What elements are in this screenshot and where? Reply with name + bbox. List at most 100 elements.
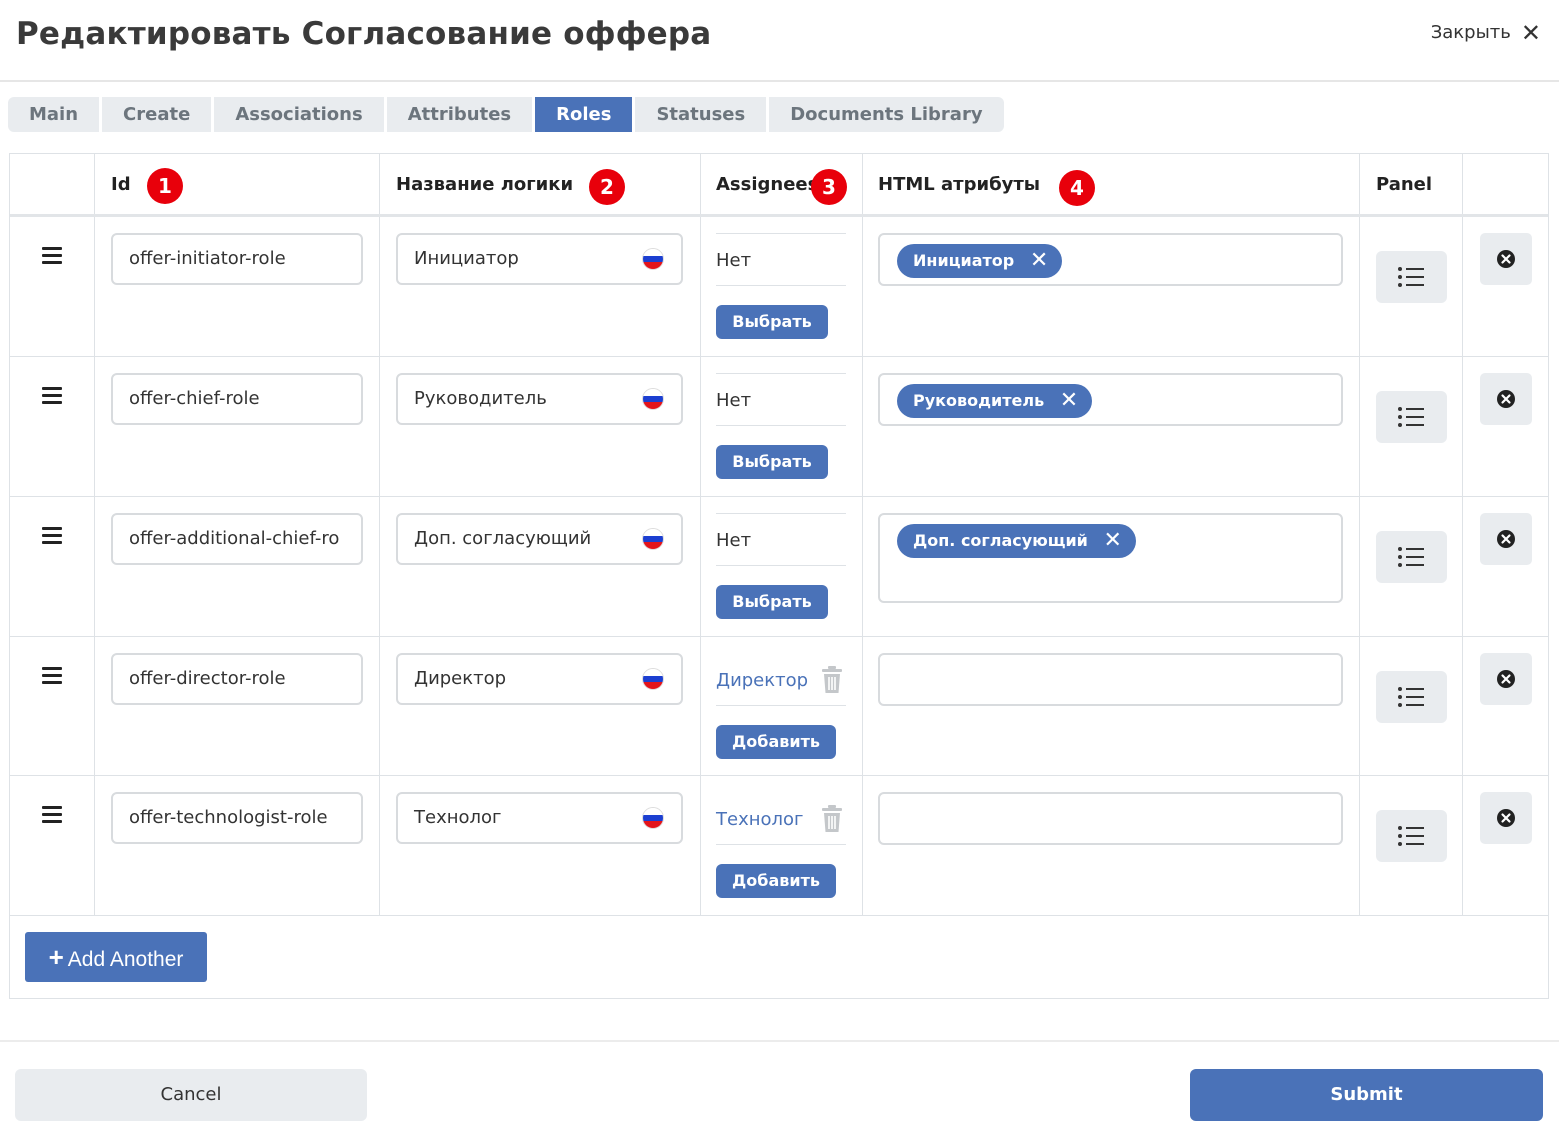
html-attributes-input[interactable]: Инициатор ✕	[878, 233, 1343, 286]
panel-button[interactable]	[1376, 391, 1447, 443]
add-assignee-button[interactable]: Добавить	[716, 864, 836, 898]
drag-handle-icon[interactable]	[42, 806, 62, 824]
tab-statuses[interactable]: Statuses	[635, 97, 767, 132]
submit-button[interactable]: Submit	[1190, 1069, 1543, 1121]
attribute-tag-label: Руководитель	[913, 391, 1045, 410]
close-circle-icon	[1497, 670, 1515, 688]
remove-row-button[interactable]	[1480, 513, 1532, 565]
close-circle-icon	[1497, 530, 1515, 548]
close-icon[interactable]: ✕	[1030, 244, 1048, 278]
russia-flag-icon[interactable]	[642, 388, 664, 410]
logic-name-input[interactable]: Руководитель	[396, 373, 683, 425]
logic-name-input[interactable]: Технолог	[396, 792, 683, 844]
tab-attributes[interactable]: Attributes	[386, 97, 533, 132]
callout-badge-4: 4	[1059, 170, 1095, 206]
html-attributes-input[interactable]	[878, 653, 1343, 706]
assignee-link[interactable]: Технолог	[716, 809, 803, 830]
tab-create[interactable]: Create	[102, 97, 212, 132]
column-header-panel: Panel	[1376, 174, 1433, 195]
id-input[interactable]: offer-technologist-role	[111, 792, 363, 844]
html-attributes-input[interactable]	[878, 792, 1343, 845]
list-icon	[1398, 547, 1424, 567]
assignee-divider	[716, 844, 846, 845]
assignee-value: Нет	[716, 390, 752, 411]
close-icon: ✕	[1520, 18, 1541, 47]
trash-icon[interactable]	[821, 666, 843, 694]
id-input[interactable]: offer-chief-role	[111, 373, 363, 425]
russia-flag-icon[interactable]	[642, 248, 664, 270]
attribute-tag: Доп. согласующий ✕	[897, 524, 1136, 558]
logic-name-value: Технолог	[414, 807, 502, 828]
logic-name-input[interactable]: Директор	[396, 653, 683, 705]
assignee-divider	[716, 233, 846, 234]
select-assignee-button[interactable]: Выбрать	[716, 585, 828, 619]
row-divider	[10, 915, 1548, 916]
russia-flag-icon[interactable]	[642, 668, 664, 690]
callout-badge-2: 2	[589, 169, 625, 205]
logic-name-value: Доп. согласующий	[414, 528, 592, 549]
assignee-divider	[716, 565, 846, 566]
drag-handle-icon[interactable]	[42, 667, 62, 685]
assignee-link[interactable]: Директор	[716, 670, 808, 691]
assignee-value: Нет	[716, 250, 752, 271]
cancel-button[interactable]: Cancel	[15, 1069, 367, 1121]
list-icon	[1398, 267, 1424, 287]
select-assignee-button[interactable]: Выбрать	[716, 305, 828, 339]
remove-row-button[interactable]	[1480, 792, 1532, 844]
logic-name-value: Директор	[414, 668, 507, 689]
roles-table: Id 1 Название логики 2 Assignees 3 HTML …	[9, 153, 1549, 999]
remove-row-button[interactable]	[1480, 373, 1532, 425]
remove-row-button[interactable]	[1480, 653, 1532, 705]
html-attributes-input[interactable]: Руководитель ✕	[878, 373, 1343, 426]
assignee-divider	[716, 373, 846, 374]
footer-divider	[0, 1040, 1559, 1042]
callout-badge-3: 3	[811, 169, 847, 205]
id-input[interactable]: offer-additional-chief-ro	[111, 513, 363, 565]
id-input[interactable]: offer-initiator-role	[111, 233, 363, 285]
close-circle-icon	[1497, 390, 1515, 408]
tab-bar: Main Create Associations Attributes Role…	[8, 97, 1004, 132]
tab-roles[interactable]: Roles	[535, 97, 633, 132]
column-header-html-attributes: HTML атрибуты	[878, 174, 1041, 195]
russia-flag-icon[interactable]	[642, 807, 664, 829]
select-assignee-button[interactable]: Выбрать	[716, 445, 828, 479]
close-icon[interactable]: ✕	[1103, 524, 1121, 558]
drag-handle-icon[interactable]	[42, 247, 62, 265]
remove-row-button[interactable]	[1480, 233, 1532, 285]
table-row: offer-technologist-role Технолог Техноло…	[10, 776, 1548, 915]
close-circle-icon	[1497, 250, 1515, 268]
column-header-name: Название логики	[396, 174, 574, 195]
add-another-button[interactable]: + Add Another	[25, 932, 207, 982]
tab-main[interactable]: Main	[8, 97, 100, 132]
id-input[interactable]: offer-director-role	[111, 653, 363, 705]
html-attributes-input[interactable]: Доп. согласующий ✕	[878, 513, 1343, 603]
trash-icon[interactable]	[821, 805, 843, 833]
assignee-divider	[716, 425, 846, 426]
attribute-tag-label: Инициатор	[913, 251, 1015, 270]
table-row: offer-additional-chief-ro Доп. согласующ…	[10, 497, 1548, 636]
logic-name-input[interactable]: Инициатор	[396, 233, 683, 285]
drag-handle-icon[interactable]	[42, 387, 62, 405]
list-icon	[1398, 687, 1424, 707]
tab-associations[interactable]: Associations	[214, 97, 384, 132]
tab-documents-library[interactable]: Documents Library	[769, 97, 1004, 132]
list-icon	[1398, 407, 1424, 427]
drag-handle-icon[interactable]	[42, 527, 62, 545]
assignee-divider	[716, 705, 846, 706]
callout-badge-1: 1	[147, 168, 183, 204]
table-row: offer-initiator-role Инициатор Нет Выбра…	[10, 217, 1548, 356]
add-assignee-button[interactable]: Добавить	[716, 725, 836, 759]
close-icon[interactable]: ✕	[1060, 384, 1078, 418]
panel-button[interactable]	[1376, 251, 1447, 303]
panel-button[interactable]	[1376, 531, 1447, 583]
russia-flag-icon[interactable]	[642, 528, 664, 550]
attribute-tag: Инициатор ✕	[897, 244, 1063, 278]
add-another-label: Add Another	[67, 948, 184, 971]
logic-name-input[interactable]: Доп. согласующий	[396, 513, 683, 565]
panel-button[interactable]	[1376, 810, 1447, 862]
list-icon	[1398, 826, 1424, 846]
panel-button[interactable]	[1376, 671, 1447, 723]
modal-header: Редактировать Согласование оффера Закрыт…	[0, 0, 1559, 82]
column-header-id: Id	[111, 174, 131, 195]
close-button[interactable]: Закрыть ✕	[1431, 18, 1541, 47]
